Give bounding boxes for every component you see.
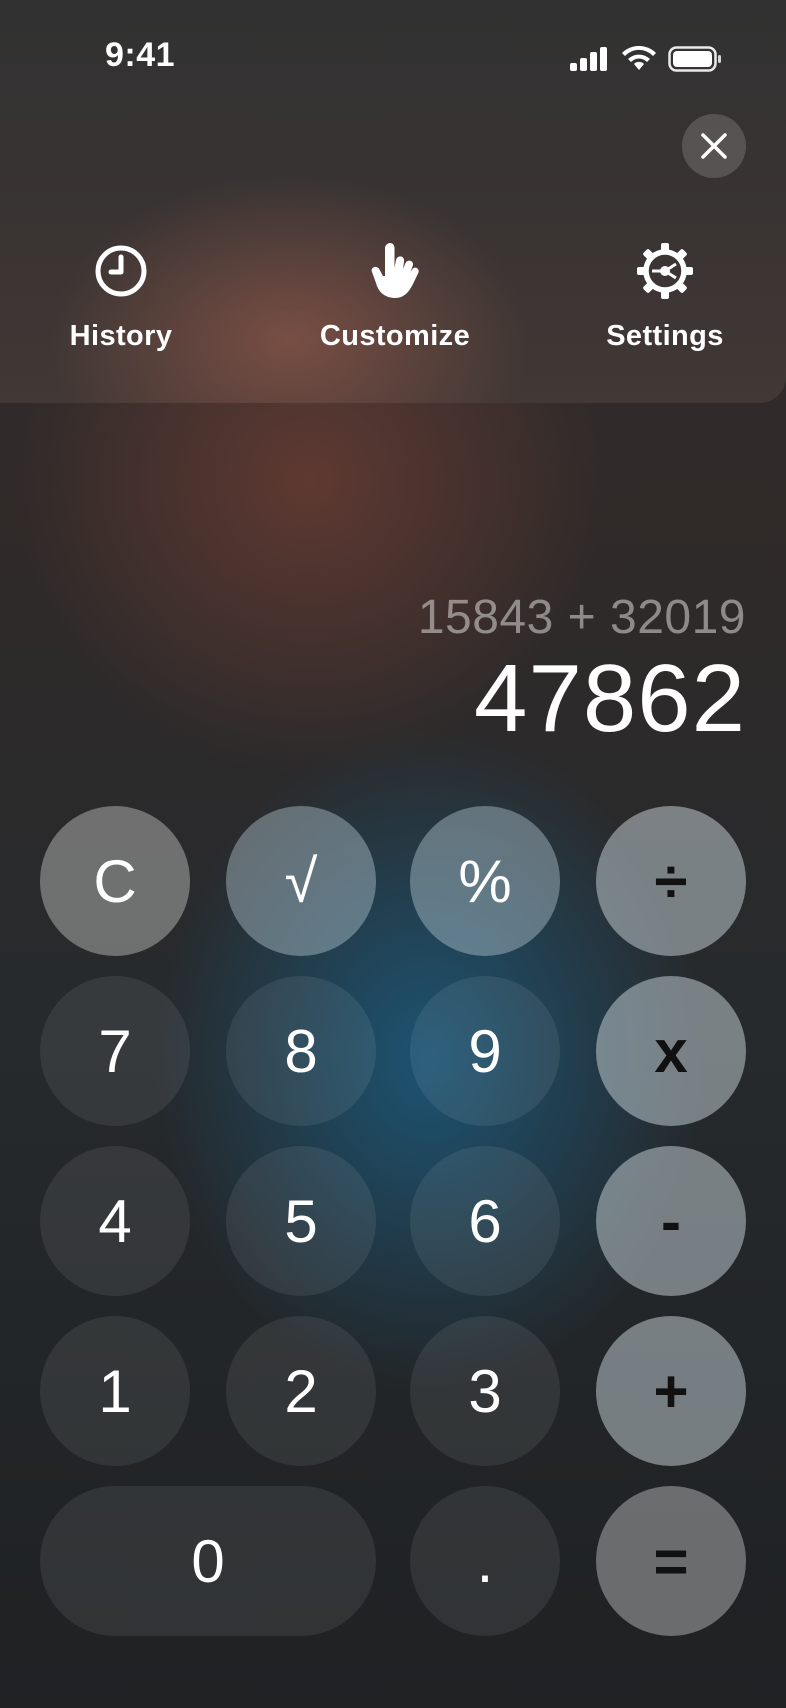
customize-label: Customize — [319, 320, 471, 352]
minus-key[interactable]: - — [596, 1146, 746, 1296]
two-key[interactable]: 2 — [226, 1316, 376, 1466]
eight-key[interactable]: 8 — [226, 976, 376, 1126]
nine-key[interactable]: 9 — [410, 976, 560, 1126]
wifi-icon — [622, 46, 656, 70]
one-key[interactable]: 1 — [40, 1316, 190, 1466]
status-icons — [570, 44, 722, 74]
sqrt-key[interactable]: √ — [226, 806, 376, 956]
gear-icon — [637, 243, 693, 299]
hand-pointer-icon — [371, 243, 419, 298]
close-icon — [701, 133, 727, 159]
expression-text: 15843 + 32019 — [417, 591, 746, 644]
decimal-key[interactable]: . — [410, 1486, 560, 1636]
divide-key[interactable]: ÷ — [596, 806, 746, 956]
settings-label: Settings — [606, 320, 724, 352]
calculator-display: 15843 + 32019 47862 — [418, 590, 746, 747]
percent-key[interactable]: % — [410, 806, 560, 956]
status-bar: 9:41 — [0, 0, 786, 118]
zero-key[interactable]: 0 — [40, 1486, 376, 1636]
equals-key[interactable]: = — [596, 1486, 746, 1636]
five-key[interactable]: 5 — [226, 1146, 376, 1296]
history-menu-item[interactable]: History — [66, 240, 176, 353]
seven-key[interactable]: 7 — [40, 976, 190, 1126]
result-text: 47862 — [474, 645, 746, 752]
settings-menu-item[interactable]: Settings — [605, 240, 725, 353]
battery-icon — [668, 46, 721, 72]
plus-key[interactable]: + — [596, 1316, 746, 1466]
multiply-key[interactable]: x — [596, 976, 746, 1126]
status-time: 9:41 — [105, 36, 176, 74]
close-button[interactable] — [682, 114, 746, 178]
clear-key[interactable]: C — [40, 806, 190, 956]
customize-menu-item[interactable]: Customize — [315, 240, 475, 353]
signal-icon — [570, 47, 607, 71]
three-key[interactable]: 3 — [410, 1316, 560, 1466]
history-label: History — [69, 320, 173, 352]
four-key[interactable]: 4 — [40, 1146, 190, 1296]
clock-icon — [95, 245, 147, 297]
six-key[interactable]: 6 — [410, 1146, 560, 1296]
